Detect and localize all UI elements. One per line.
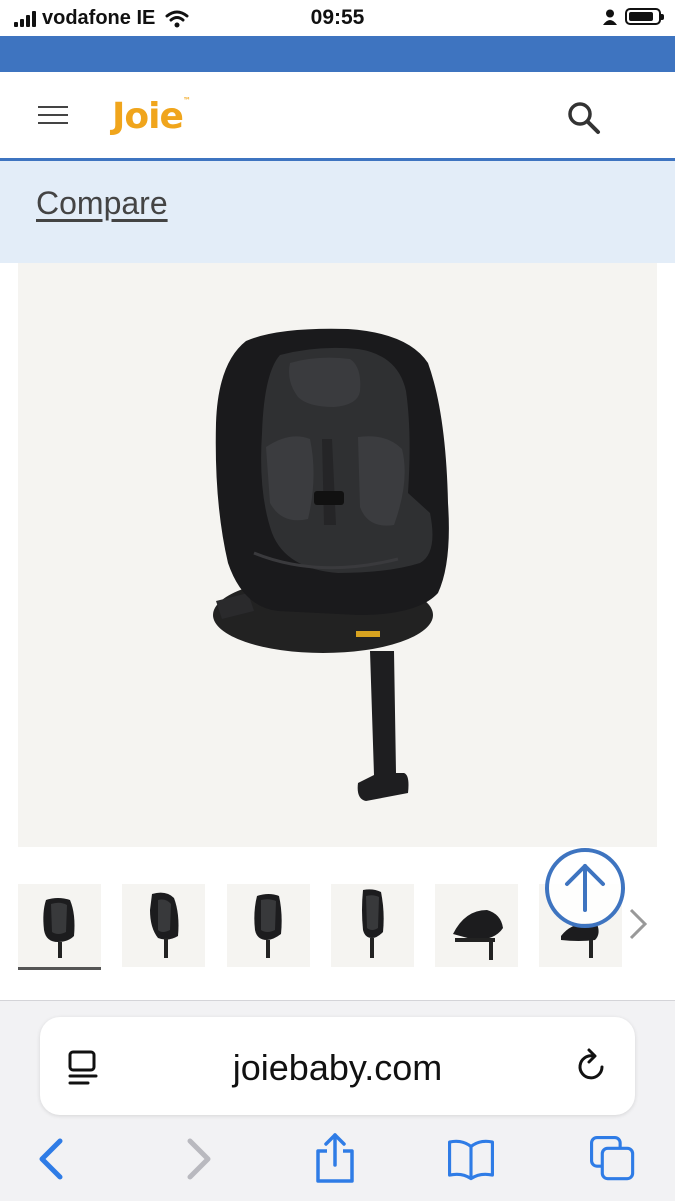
compare-bar: Compare <box>0 161 675 263</box>
thumbnail-2[interactable] <box>122 884 205 967</box>
hamburger-menu-icon[interactable] <box>38 106 68 124</box>
status-right <box>603 8 664 25</box>
share-icon[interactable] <box>310 1131 360 1187</box>
car-seat-thumb-image <box>453 910 503 960</box>
back-icon[interactable] <box>28 1131 78 1187</box>
car-seat-thumb-image <box>362 889 384 958</box>
user-icon <box>603 9 617 25</box>
forward-icon[interactable] <box>172 1131 222 1187</box>
car-seat-image <box>213 328 449 801</box>
site-header: Joie™ <box>0 72 675 161</box>
url-text: joiebaby.com <box>232 1047 443 1088</box>
status-bar: vodafone IE 09:55 <box>0 0 675 36</box>
thumbnail-3[interactable] <box>227 884 310 967</box>
thumbnail-1[interactable] <box>18 884 101 970</box>
status-time: 09:55 <box>310 6 365 29</box>
browser-toolbar <box>0 1131 675 1191</box>
compare-link[interactable]: Compare <box>36 185 168 222</box>
bookmarks-icon[interactable] <box>446 1131 496 1187</box>
joie-logo[interactable]: Joie™ <box>112 96 191 137</box>
car-seat-thumb-image <box>43 898 75 958</box>
search-icon[interactable] <box>566 100 602 136</box>
tabs-icon[interactable] <box>588 1131 638 1187</box>
product-image[interactable] <box>18 263 657 847</box>
battery-icon <box>625 8 664 25</box>
car-seat-thumb-image <box>150 892 179 958</box>
logo-trademark: ™ <box>182 96 191 105</box>
car-seat-thumb-image <box>254 894 282 958</box>
thumbnail-5[interactable] <box>435 884 518 967</box>
top-banner-strip <box>0 36 675 72</box>
logo-text: Joie <box>112 96 184 137</box>
arrow-up-icon <box>565 864 605 912</box>
reload-icon[interactable] <box>574 1045 610 1085</box>
thumbnail-4[interactable] <box>331 884 414 967</box>
chevron-right-icon[interactable] <box>625 904 649 944</box>
browser-chrome: joiebaby.com <box>0 1000 675 1201</box>
scroll-top-button[interactable] <box>545 848 625 928</box>
address-bar[interactable]: joiebaby.com <box>40 1017 635 1115</box>
